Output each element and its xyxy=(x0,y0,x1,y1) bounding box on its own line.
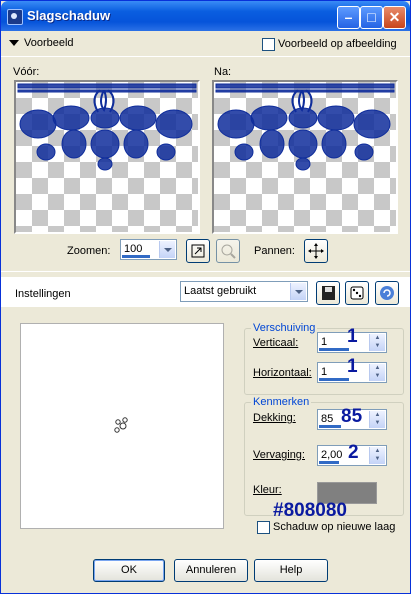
blur-spinner-icon[interactable]: ▲ ▼ xyxy=(369,447,385,464)
offset-picker-canvas[interactable] xyxy=(20,323,224,529)
vertical-offset-spinner-icon[interactable]: ▲ ▼ xyxy=(369,334,385,351)
horizontal-annotation: 1 xyxy=(347,356,358,377)
divider-settings xyxy=(1,271,410,272)
reset-button[interactable] xyxy=(375,281,399,305)
preset-dropdown-icon[interactable] xyxy=(290,283,306,300)
opacity-label: Dekking: xyxy=(253,412,296,424)
title-bar[interactable]: Slagschaduw – □ ✕ xyxy=(1,1,410,31)
preview-on-image-checkbox[interactable] xyxy=(262,38,275,51)
new-layer-checkbox[interactable] xyxy=(257,521,270,534)
offset-group-title: Verschuiving xyxy=(251,322,318,334)
preview-on-image-label: Voorbeeld op afbeelding xyxy=(278,38,397,50)
vertical-offset-value: 1 xyxy=(321,336,328,348)
after-label: Na: xyxy=(214,66,232,78)
divider xyxy=(1,56,410,57)
before-label: Vóór: xyxy=(13,66,40,78)
crosshair-icon xyxy=(114,417,128,433)
help-button[interactable]: Help xyxy=(254,559,328,582)
reset-icon xyxy=(380,286,394,300)
opacity-spinner-icon[interactable]: ▲ ▼ xyxy=(369,411,385,428)
dice-icon xyxy=(350,286,364,300)
opacity-bar xyxy=(319,425,341,428)
zoom-bar xyxy=(122,255,150,258)
horizontal-offset-bar xyxy=(319,378,349,381)
vertical-offset-bar xyxy=(319,348,349,351)
horizontal-offset-spinner-icon[interactable]: ▲ ▼ xyxy=(369,364,385,381)
color-label: Kleur: xyxy=(253,484,282,496)
fit-window-icon xyxy=(191,244,205,258)
horizontal-offset-value: 1 xyxy=(321,366,328,378)
zoom-label: Zoomen: xyxy=(67,245,111,257)
pan-button[interactable] xyxy=(304,239,328,263)
preview-section-toggle[interactable]: Voorbeeld xyxy=(9,37,74,49)
zoom-input[interactable]: 100 xyxy=(120,239,177,260)
close-button[interactable]: ✕ xyxy=(383,6,406,29)
preview-section-label: Voorbeeld xyxy=(24,37,74,49)
magnifier-icon xyxy=(221,244,236,259)
vertical-label: Verticaal: xyxy=(253,337,299,349)
blur-label: Vervaging: xyxy=(253,449,305,461)
random-button[interactable] xyxy=(345,281,369,305)
horizontal-label: Horizontaal: xyxy=(253,367,312,379)
new-layer-label: Schaduw op nieuwe laag xyxy=(273,521,396,533)
pan-label: Pannen: xyxy=(254,245,295,257)
maximize-button[interactable]: □ xyxy=(360,6,383,29)
blur-annotation: 2 xyxy=(348,442,359,463)
zoom-value: 100 xyxy=(124,243,143,255)
vertical-annotation: 1 xyxy=(347,326,358,347)
attributes-group-title: Kenmerken xyxy=(251,396,312,408)
opacity-value: 85 xyxy=(321,413,334,425)
move-arrows-icon xyxy=(308,243,324,259)
settings-bar: Instellingen Laatst gebruikt xyxy=(1,277,410,307)
zoom-dropdown-icon[interactable] xyxy=(159,241,175,258)
collapse-triangle-icon xyxy=(9,40,19,47)
dialog-window: Slagschaduw – □ ✕ Voorbeeld Voorbeeld op… xyxy=(0,0,411,594)
window-title: Slagschaduw xyxy=(27,8,111,23)
preset-value: Laatst gebruikt xyxy=(184,285,257,297)
save-preset-button[interactable] xyxy=(316,281,340,305)
after-preview[interactable] xyxy=(212,80,398,234)
preset-select[interactable]: Laatst gebruikt xyxy=(180,281,308,302)
blur-value: 2,00 xyxy=(321,449,343,461)
ok-button[interactable]: OK xyxy=(93,559,165,582)
minimize-button[interactable]: – xyxy=(337,6,360,29)
lace-image xyxy=(17,83,197,171)
floppy-disk-icon xyxy=(322,286,335,300)
cancel-button[interactable]: Annuleren xyxy=(174,559,248,582)
lace-image-shadow xyxy=(215,83,395,171)
zoom-tool-button[interactable] xyxy=(216,239,240,263)
before-preview[interactable] xyxy=(14,80,200,234)
opacity-annotation: 85 xyxy=(341,406,363,427)
blur-bar xyxy=(319,461,339,464)
settings-label: Instellingen xyxy=(15,288,71,300)
app-icon xyxy=(7,9,23,25)
zoom-fit-button[interactable] xyxy=(186,239,210,263)
color-annotation: #808080 xyxy=(273,500,347,521)
